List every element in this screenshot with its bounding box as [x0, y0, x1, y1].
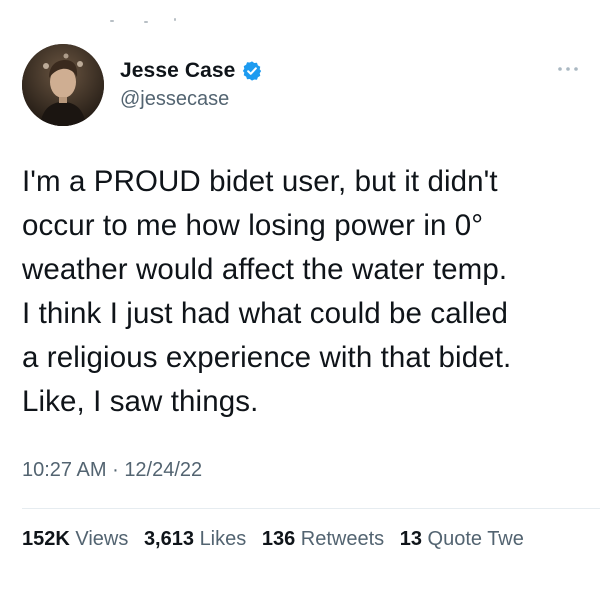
stat-views-label: Views [75, 528, 129, 550]
author-display-name[interactable]: Jesse Case [120, 59, 235, 83]
avatar[interactable] [22, 44, 104, 126]
tweet-timestamp[interactable]: 10:27 AM · 12/24/22 [22, 459, 202, 482]
stat-likes-count: 3,613 [143, 528, 194, 550]
divider [22, 508, 600, 509]
stat-quote-tweets-count: 13 [399, 528, 422, 550]
avatar-photo [22, 44, 104, 126]
top-edge-artifact [110, 18, 200, 24]
tweet-text: I'm a PROUD bidet user, but it didn't oc… [22, 165, 512, 418]
stat-views[interactable]: 152K Views [22, 528, 128, 550]
stat-likes[interactable]: 3,613 Likes [144, 528, 246, 550]
author-handle[interactable]: @jessecase [120, 88, 229, 111]
author-name-row[interactable]: Jesse Case [120, 58, 263, 84]
stat-quote-tweets[interactable]: 13 Quote Twe [400, 528, 524, 550]
timestamp-separator: · [112, 459, 119, 481]
tweet-time[interactable]: 10:27 AM [22, 459, 107, 481]
verified-badge-icon [241, 60, 263, 82]
more-horizontal-icon[interactable] [556, 64, 580, 74]
stat-quote-tweets-label: Quote Twe [427, 528, 524, 550]
tweet-date[interactable]: 12/24/22 [124, 459, 202, 481]
stat-retweets[interactable]: 136 Retweets [262, 528, 384, 550]
stat-retweets-count: 136 [261, 528, 296, 550]
stat-likes-label: Likes [199, 528, 247, 550]
stat-retweets-label: Retweets [300, 528, 385, 550]
stat-views-count: 152K [22, 528, 70, 550]
tweet-stats: 152K Views 3,613 Likes 136 Retweets 13 Q… [22, 528, 534, 551]
